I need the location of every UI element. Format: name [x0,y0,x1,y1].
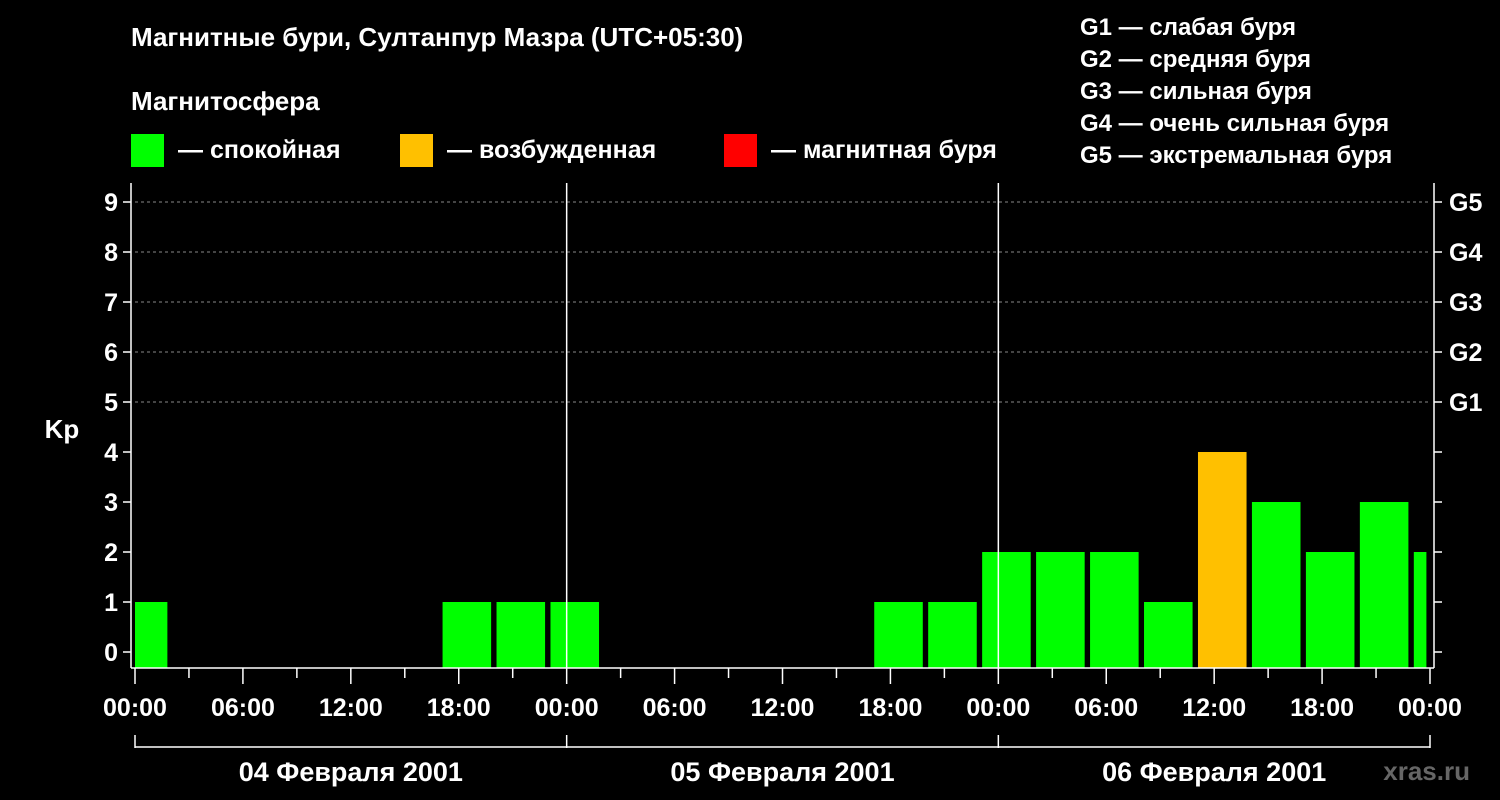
kp-bar [1251,502,1301,668]
y-tick-label: 5 [104,389,118,417]
x-tick-label: 06:00 [211,694,275,722]
y-tick-label: 8 [104,239,118,267]
kp-bar [1090,552,1139,668]
x-tick-label: 00:00 [103,694,167,722]
g-tick-label: G3 [1449,289,1482,317]
x-tick-label: 06:00 [643,694,707,722]
g-tick-label: G5 [1449,189,1482,217]
y-tick-label: 6 [104,339,118,367]
x-tick-label: 06:00 [1074,694,1138,722]
y-tick-label: 9 [104,189,118,217]
day-label: 05 Февраля 2001 [670,757,894,787]
kp-bar [496,602,546,668]
x-tick-label: 12:00 [1182,694,1246,722]
day-label: 06 Февраля 2001 [1102,757,1326,787]
x-tick-label: 00:00 [535,694,599,722]
x-tick-label: 12:00 [751,694,815,722]
kp-bar [1413,552,1427,668]
g-tick-label: G4 [1449,239,1482,267]
kp-bar [1197,452,1247,668]
y-tick-label: 4 [104,439,118,467]
y-tick-label: 2 [104,539,118,567]
x-tick-label: 00:00 [966,694,1030,722]
x-tick-label: 18:00 [427,694,491,722]
kp-bar [135,602,168,668]
g-tick-label: G1 [1449,389,1482,417]
kp-bar [1359,502,1409,668]
kp-bar [1144,602,1193,668]
g-tick-label: G2 [1449,339,1482,367]
x-tick-label: 18:00 [858,694,922,722]
kp-bar [874,602,923,668]
day-label: 04 Февраля 2001 [239,757,463,787]
kp-bar [1036,552,1085,668]
watermark: xras.ru [1383,756,1470,786]
kp-bar [442,602,492,668]
kp-bar [982,552,1031,668]
y-tick-label: 0 [104,639,118,667]
kp-bar [928,602,977,668]
y-axis-label: Kp [45,414,80,444]
y-tick-label: 7 [104,289,118,317]
kp-bar [1305,552,1355,668]
x-tick-label: 00:00 [1398,694,1462,722]
y-tick-label: 1 [104,589,118,617]
y-tick-label: 3 [104,489,118,517]
kp-bar [550,602,600,668]
x-tick-label: 18:00 [1290,694,1354,722]
kp-chart: 0 1 2 3 4 5 6 7 8 9 G1 G2 G3 G4 G5 Kp 00:00 06:00 12:00 18:… [45,183,1482,787]
x-tick-label: 12:00 [319,694,383,722]
